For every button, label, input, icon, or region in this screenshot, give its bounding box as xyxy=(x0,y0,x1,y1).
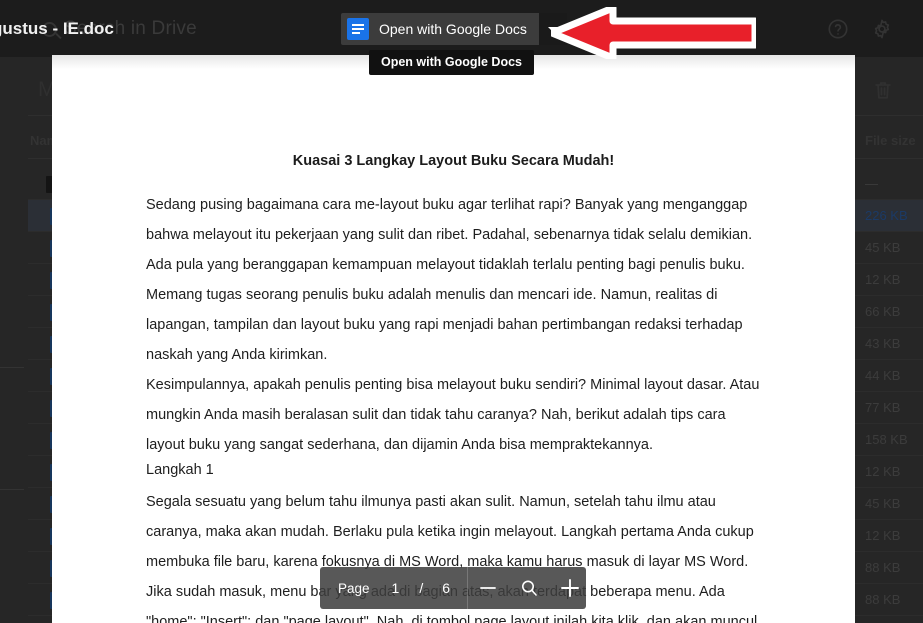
annotation-arrow-icon xyxy=(551,7,756,59)
zoom-out-button[interactable] xyxy=(472,567,503,609)
document-paragraph: Kesimpulannya, apakah penulis penting bi… xyxy=(146,377,760,453)
page-navigation-toolbar: Page 1 / 6 xyxy=(320,567,586,609)
file-size-cell: 45 KB xyxy=(865,240,901,255)
document-paragraph: Langkah 1 xyxy=(146,462,214,478)
file-size-cell: 88 KB xyxy=(865,592,901,607)
magnifier-icon[interactable] xyxy=(513,567,544,609)
document-paragraph: Segala sesuatu yang belum tahu ilmunya p… xyxy=(146,494,754,570)
document-paragraph: Memang tugas seorang penulis buku adalah… xyxy=(146,287,743,363)
file-size-cell: 66 KB xyxy=(865,304,901,319)
open-with-google-docs-label: Open with Google Docs xyxy=(379,21,527,37)
file-size-cell: — xyxy=(865,176,878,191)
file-size-cell: 12 KB xyxy=(865,464,901,479)
zoom-in-button[interactable] xyxy=(555,567,586,609)
file-size-cell: 44 KB xyxy=(865,368,901,383)
file-size-cell: 45 KB xyxy=(865,496,901,511)
divider xyxy=(467,567,468,609)
screen-root: Search in Drive My Drive xyxy=(0,0,923,623)
divider xyxy=(0,367,24,368)
file-size-cell: 77 KB xyxy=(865,400,901,415)
help-icon[interactable] xyxy=(827,18,849,40)
document-paragraph: Sedang pusing bagaimana cara me-layout b… xyxy=(146,197,753,273)
window-document-title: gustus - IE.doc xyxy=(0,19,114,38)
column-header-filesize[interactable]: File size xyxy=(865,133,916,148)
file-size-cell: 43 KB xyxy=(865,336,901,351)
open-with-tooltip: Open with Google Docs xyxy=(369,50,534,75)
divider xyxy=(0,489,24,490)
file-size-cell: 12 KB xyxy=(865,528,901,543)
file-size-cell: 12 KB xyxy=(865,272,901,287)
total-pages: 6 xyxy=(442,580,451,596)
trash-icon[interactable] xyxy=(872,79,894,101)
open-with-google-docs-button[interactable]: Open with Google Docs xyxy=(341,13,567,45)
document-heading: Kuasai 3 Langkay Layout Buku Secara Muda… xyxy=(292,153,615,169)
gear-icon[interactable] xyxy=(871,18,893,40)
document-preview-panel: Kuasai 3 Langkay Layout Buku Secara Muda… xyxy=(52,55,855,623)
current-page-input[interactable]: 1 xyxy=(392,580,400,596)
page-separator: / xyxy=(419,580,424,596)
file-size-cell: 88 KB xyxy=(865,560,901,575)
open-with-google-docs-main[interactable]: Open with Google Docs xyxy=(341,13,539,45)
google-docs-icon xyxy=(347,18,369,40)
file-size-cell: 158 KB xyxy=(865,432,908,447)
document-page: Kuasai 3 Langkay Layout Buku Secara Muda… xyxy=(52,55,855,623)
page-label: Page xyxy=(338,580,370,596)
file-size-cell: 226 KB xyxy=(865,208,908,223)
